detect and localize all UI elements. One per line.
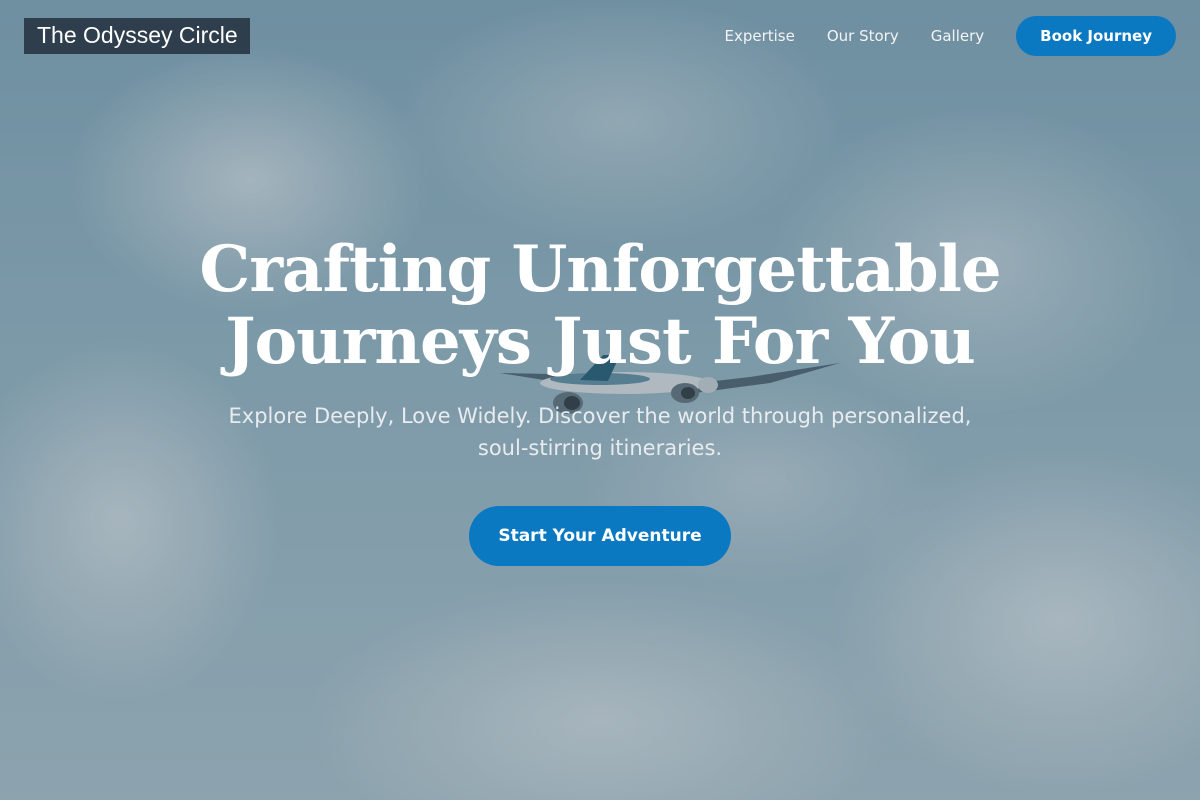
nav-link-expertise[interactable]: Expertise (724, 27, 794, 45)
hero-title: Crafting Unforgettable Journeys Just For… (0, 234, 1200, 378)
hero-section: Crafting Unforgettable Journeys Just For… (0, 234, 1200, 566)
navbar: The Odyssey Circle Expertise Our Story G… (24, 16, 1176, 56)
nav-links: Expertise Our Story Gallery Book Journey (724, 16, 1176, 56)
hero-subtitle: Explore Deeply, Love Widely. Discover th… (228, 404, 972, 460)
hero-title-line-2: Journeys Just For You (225, 304, 976, 379)
brand-logo[interactable]: The Odyssey Circle (24, 18, 250, 54)
nav-link-gallery[interactable]: Gallery (931, 27, 984, 45)
nav-link-our-story[interactable]: Our Story (827, 27, 899, 45)
hero-title-line-1: Crafting Unforgettable (199, 232, 1001, 307)
start-adventure-button[interactable]: Start Your Adventure (469, 506, 731, 566)
book-journey-button[interactable]: Book Journey (1016, 16, 1176, 56)
